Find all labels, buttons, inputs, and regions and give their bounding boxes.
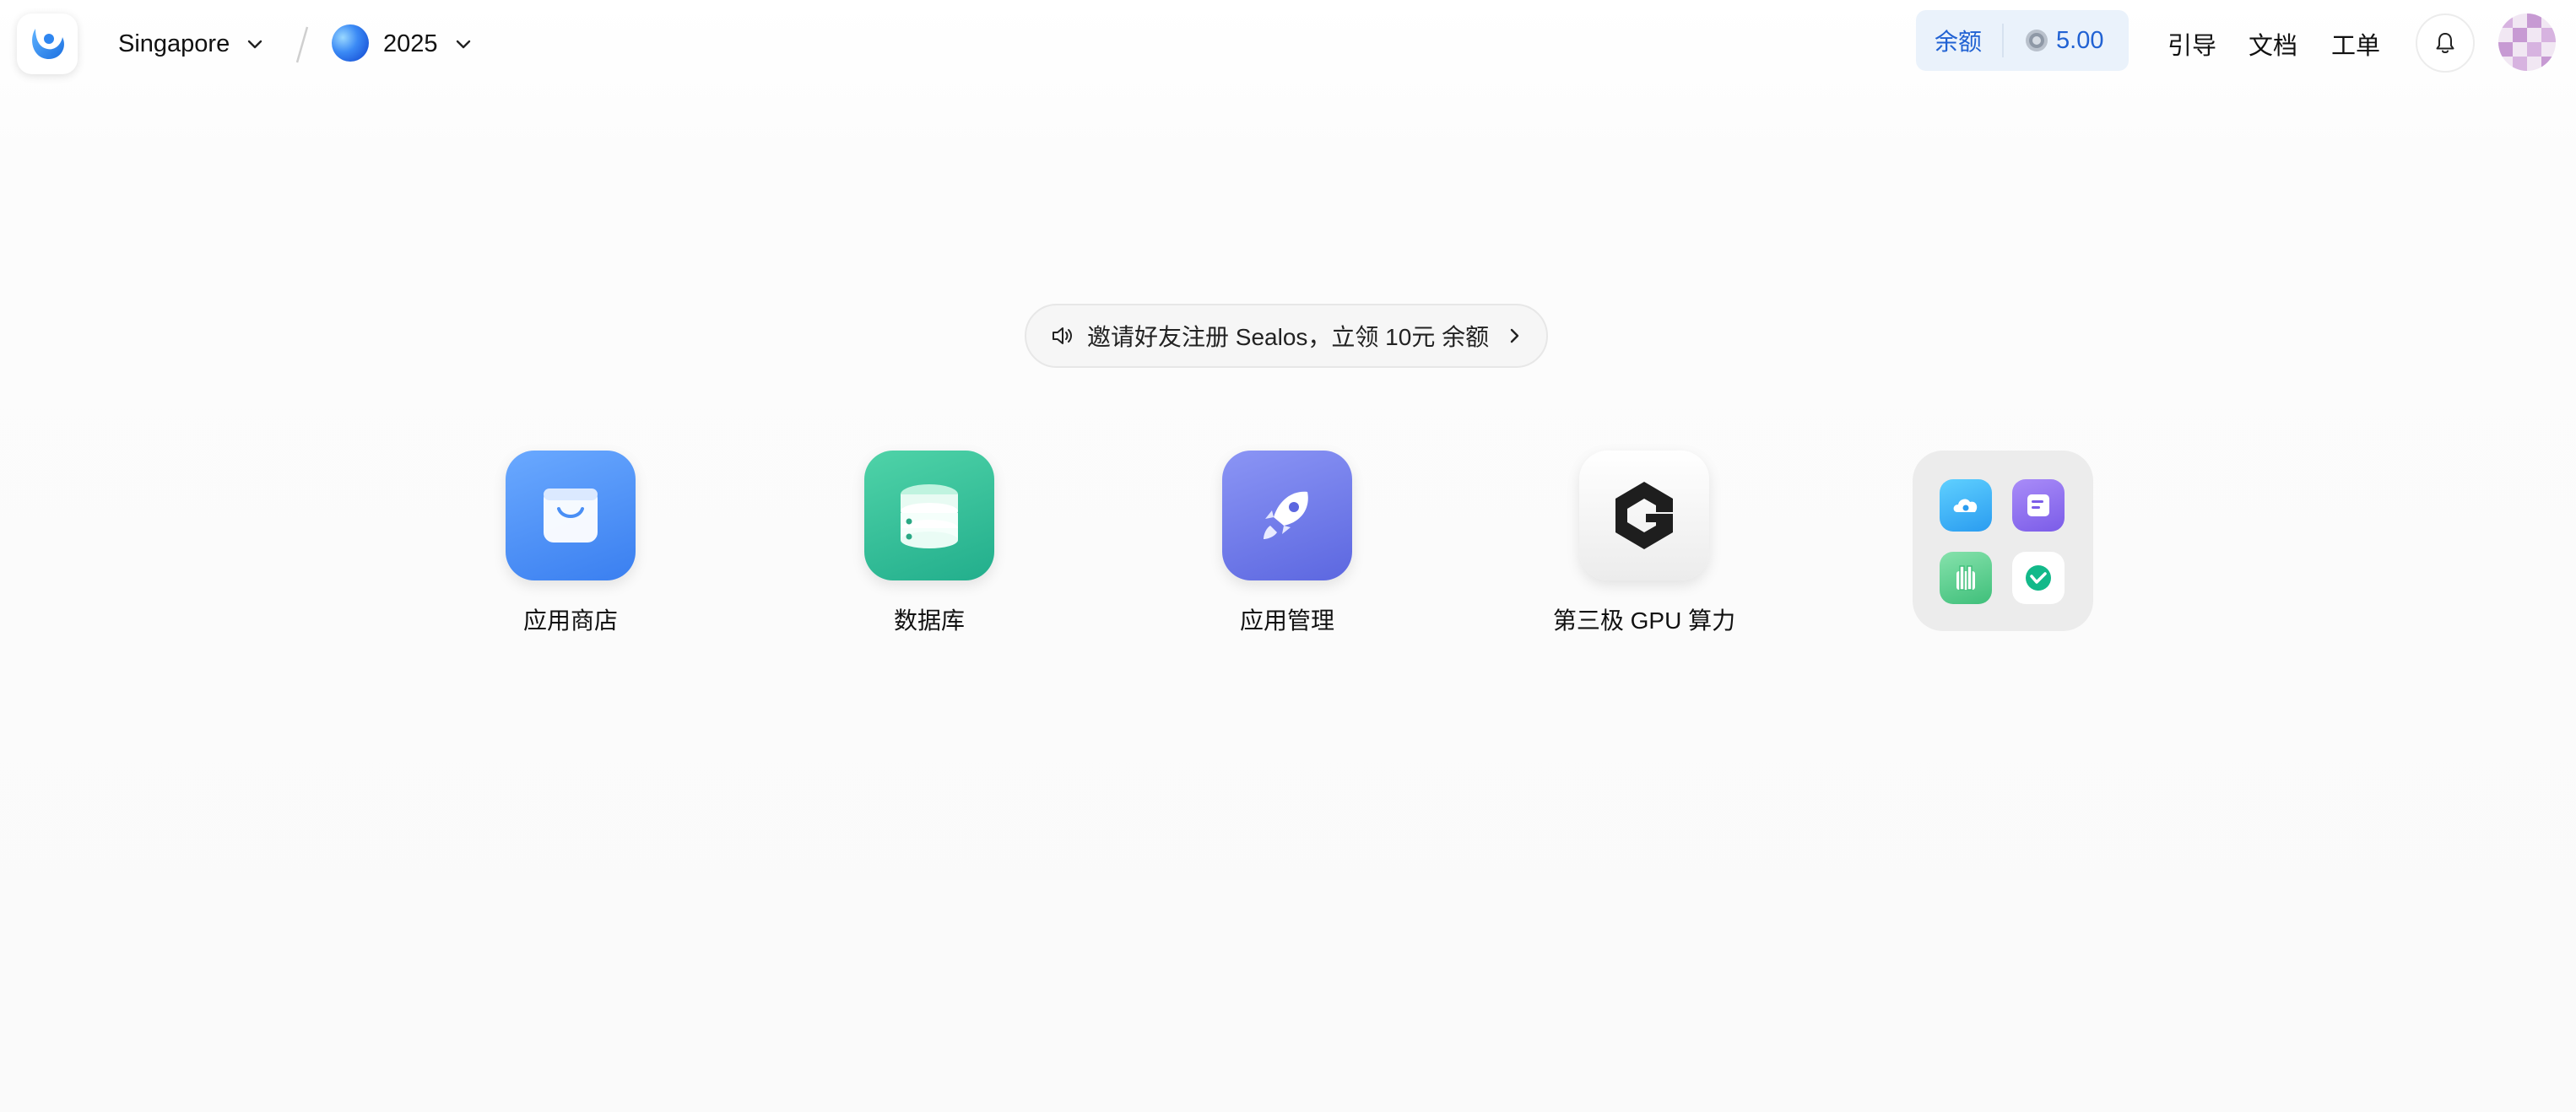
user-avatar-pattern-icon	[2498, 13, 2556, 71]
rocket-icon	[1222, 451, 1352, 580]
balance-label: 余额	[1935, 29, 1983, 55]
cloud-storage-icon	[1940, 479, 1992, 532]
breadcrumb-divider	[295, 26, 309, 63]
nav-guide-link[interactable]: 引导	[2167, 25, 2216, 62]
chevron-down-icon	[456, 40, 470, 49]
chevron-down-icon	[248, 40, 262, 49]
shopping-bag-icon	[506, 451, 636, 580]
chevron-right-icon	[1510, 328, 1519, 343]
sealos-logo[interactable]	[17, 13, 78, 74]
nav-docs-link[interactable]: 文档	[2249, 25, 2297, 62]
region-selector[interactable]: Singapore	[118, 25, 267, 62]
announcement-text: 邀请好友注册 Sealos，立领 10元 余额	[1087, 324, 1490, 350]
workspace-selector[interactable]: 2025	[383, 25, 475, 62]
speaker-icon	[1053, 327, 1072, 344]
balance-divider	[2002, 24, 2005, 57]
notes-app-icon	[2012, 479, 2065, 532]
app-label: 数据库	[893, 607, 965, 634]
invite-announcement-bar[interactable]: 邀请好友注册 Sealos，立领 10元 余额	[1025, 304, 1548, 368]
sealos-logo-icon	[32, 29, 64, 60]
bell-icon	[2436, 33, 2454, 53]
notifications-button[interactable]	[2416, 13, 2475, 73]
database-icon	[864, 451, 994, 580]
gift-box-icon	[1940, 552, 1992, 604]
balance-value: 5.00	[2056, 26, 2104, 54]
app-label: 应用管理	[1239, 607, 1334, 634]
coin-icon	[2026, 30, 2048, 51]
database-tile[interactable]: 数据库	[828, 451, 1031, 636]
app-folder[interactable]	[1913, 451, 2093, 631]
app-management-tile[interactable]: 应用管理	[1186, 451, 1388, 636]
app-label: 应用商店	[522, 607, 618, 634]
workspace-avatar-icon	[331, 24, 370, 62]
app-store-tile[interactable]: 应用商店	[469, 451, 672, 636]
gpu-compute-tile[interactable]: 第三极 GPU 算力	[1543, 451, 1745, 636]
app-label: 第三极 GPU 算力	[1552, 607, 1736, 634]
gpu-g-logo-icon	[1579, 451, 1709, 580]
green-check-logo-icon	[2012, 552, 2065, 604]
region-label: Singapore	[118, 30, 230, 57]
balance-widget[interactable]: 余额 5.00	[1916, 10, 2129, 71]
nav-ticket-link[interactable]: 工单	[2331, 25, 2380, 62]
workspace-label: 2025	[383, 30, 438, 57]
user-avatar[interactable]	[2498, 13, 2556, 71]
